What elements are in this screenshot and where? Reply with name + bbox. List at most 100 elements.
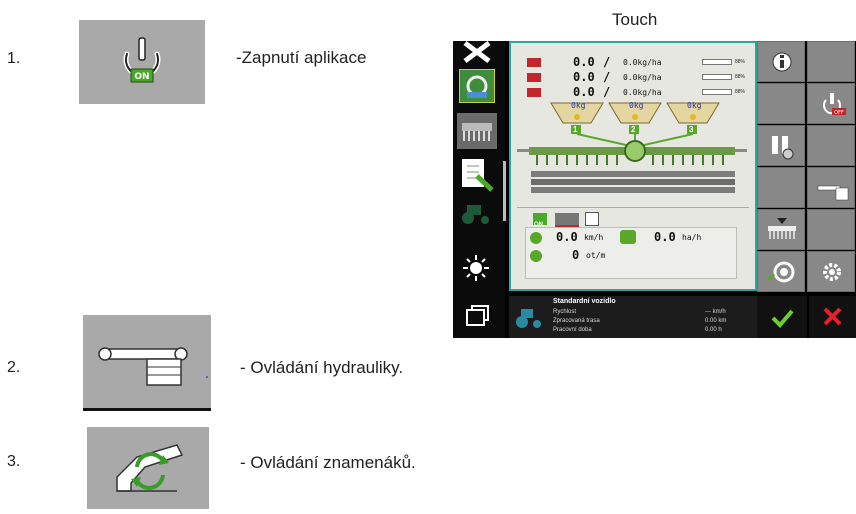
tractor-icon[interactable] <box>459 201 493 225</box>
item-3-number: 3. <box>7 453 21 470</box>
hydraulics-button[interactable] <box>807 167 855 208</box>
off-badge-text: OFF <box>834 110 844 116</box>
checkmark-icon <box>771 309 794 328</box>
pane-divider <box>517 207 749 208</box>
row-rate: 0.0kg/ha <box>623 88 662 97</box>
hopper-3-label: 3 <box>689 125 694 134</box>
row-bar <box>702 59 732 65</box>
markers-tile[interactable] <box>87 427 209 509</box>
touch-label: Touch <box>612 10 658 29</box>
terminal-screen: 0.0 / 0.0kg/ha 88% 0.0 / 0.0kg/ha 88% 0.… <box>453 41 856 338</box>
area-rate-icon <box>620 230 636 244</box>
tractor-steering-icon[interactable] <box>459 69 495 103</box>
rate-row-2: 0.0 / 0.0kg/ha 88% <box>527 70 755 85</box>
row-icon <box>527 88 541 97</box>
window-switch-icon[interactable] <box>463 303 491 329</box>
power-on-icon: ON <box>123 37 161 83</box>
rpm-icon <box>530 250 542 262</box>
markers-small-icon <box>766 261 795 283</box>
gear-icon <box>823 263 841 281</box>
seeder-icon[interactable] <box>457 113 497 149</box>
hopper-2-label: 2 <box>631 125 636 134</box>
rate-row-1: 0.0 / 0.0kg/ha 88% <box>527 55 755 70</box>
row-sep: / <box>603 85 611 99</box>
row-speed: 0.0 <box>573 85 595 99</box>
main-pane: 0.0 / 0.0kg/ha 88% 0.0 / 0.0kg/ha 88% 0.… <box>509 41 757 291</box>
power-off-button[interactable]: OFF <box>807 83 855 124</box>
status-value-2: 0.00 km <box>705 318 727 324</box>
grid-button-empty-1[interactable] <box>807 41 855 82</box>
markers-icon <box>116 444 184 492</box>
close-icon <box>823 307 842 326</box>
tools-icon[interactable] <box>459 41 495 63</box>
seeder-lift-icon <box>768 218 796 239</box>
checklist-icon[interactable] <box>459 156 495 192</box>
seeder-lift-button[interactable] <box>757 209 805 250</box>
confirm-button[interactable] <box>757 296 807 338</box>
hydraulics-icon <box>83 347 211 411</box>
power-off-icon: OFF <box>823 93 846 116</box>
status-label-3: Pracovní doba <box>553 327 592 333</box>
grid-button-empty-2[interactable] <box>757 83 805 124</box>
settings-button[interactable] <box>807 251 855 292</box>
row-bar <box>702 74 732 80</box>
hopper-1-label: 1 <box>573 125 578 134</box>
area-unit: ha/h <box>682 233 702 242</box>
hydraulics-small-icon <box>817 185 849 201</box>
speedometer-icon <box>530 232 542 244</box>
seed-settings-icon <box>772 136 794 160</box>
rail-scrollbar[interactable] <box>503 161 506 221</box>
row-pct: 88% <box>735 74 746 80</box>
item-2-description: - Ovládání hydrauliky. <box>240 358 404 377</box>
hopper-2-kg: 0kg <box>629 101 644 110</box>
item-1-description: -Zapnutí aplikace <box>236 48 367 67</box>
vehicle-status-bar[interactable]: Standardní vozidlo Rychlost --- km/h Zpr… <box>509 296 757 338</box>
on-status-icon: ON <box>533 213 547 228</box>
seed-settings-button[interactable] <box>757 125 805 166</box>
section-icon <box>555 213 579 227</box>
item-1-number: 1. <box>7 50 21 67</box>
area-value: 0.0 <box>654 230 676 244</box>
vehicle-title: Standardní vozidlo <box>553 298 616 305</box>
right-button-grid: OFF <box>757 41 856 292</box>
row-icon <box>527 73 541 82</box>
rpm-unit: ot/m <box>586 251 606 260</box>
hydraulics-tile[interactable] <box>83 315 211 411</box>
row-sep: / <box>603 70 611 84</box>
brightness-icon[interactable] <box>461 253 491 283</box>
hopper-3-kg: 0kg <box>687 101 702 110</box>
row-sep: / <box>603 55 611 69</box>
power-on-tile[interactable]: ON <box>79 20 205 104</box>
on-badge-text: ON <box>134 72 149 82</box>
seeder-diagram <box>517 102 747 193</box>
speed-unit: km/h <box>584 233 604 242</box>
row-rate: 0.0kg/ha <box>623 58 662 67</box>
grid-button-empty-4[interactable] <box>757 167 805 208</box>
item-2-number: 2. <box>7 359 21 376</box>
status-label-1: Rychlost <box>553 309 577 315</box>
marker-icon <box>585 212 599 226</box>
rpm-value: 0 <box>572 248 580 262</box>
row-speed: 0.0 <box>573 70 595 84</box>
row-bar <box>702 89 732 95</box>
row-pct: 88% <box>735 89 746 95</box>
status-value-3: 0.00 h <box>705 327 722 333</box>
terminal-left-rail <box>453 41 505 338</box>
markers-button[interactable] <box>757 251 805 292</box>
status-value-1: --- km/h <box>705 309 726 315</box>
info-icon <box>772 52 792 72</box>
hopper-1-kg: 0kg <box>571 101 586 110</box>
row-icon <box>527 58 541 67</box>
info-button[interactable] <box>757 41 805 82</box>
grid-button-empty-5[interactable] <box>807 209 855 250</box>
status-label-2: Zpracovaná trasa <box>553 318 600 324</box>
grid-button-empty-3[interactable] <box>807 125 855 166</box>
item-3-description: - Ovládání znamenáků. <box>240 453 416 472</box>
speed-value: 0.0 <box>556 230 578 244</box>
cancel-button[interactable] <box>809 296 856 338</box>
vehicle-tractor-icon <box>516 309 541 328</box>
row-rate: 0.0kg/ha <box>623 73 662 82</box>
row-pct: 88% <box>735 59 746 65</box>
row-speed: 0.0 <box>573 55 595 69</box>
readout-panel: 0.0 km/h 0.0 ha/h 0 ot/m <box>525 227 737 279</box>
